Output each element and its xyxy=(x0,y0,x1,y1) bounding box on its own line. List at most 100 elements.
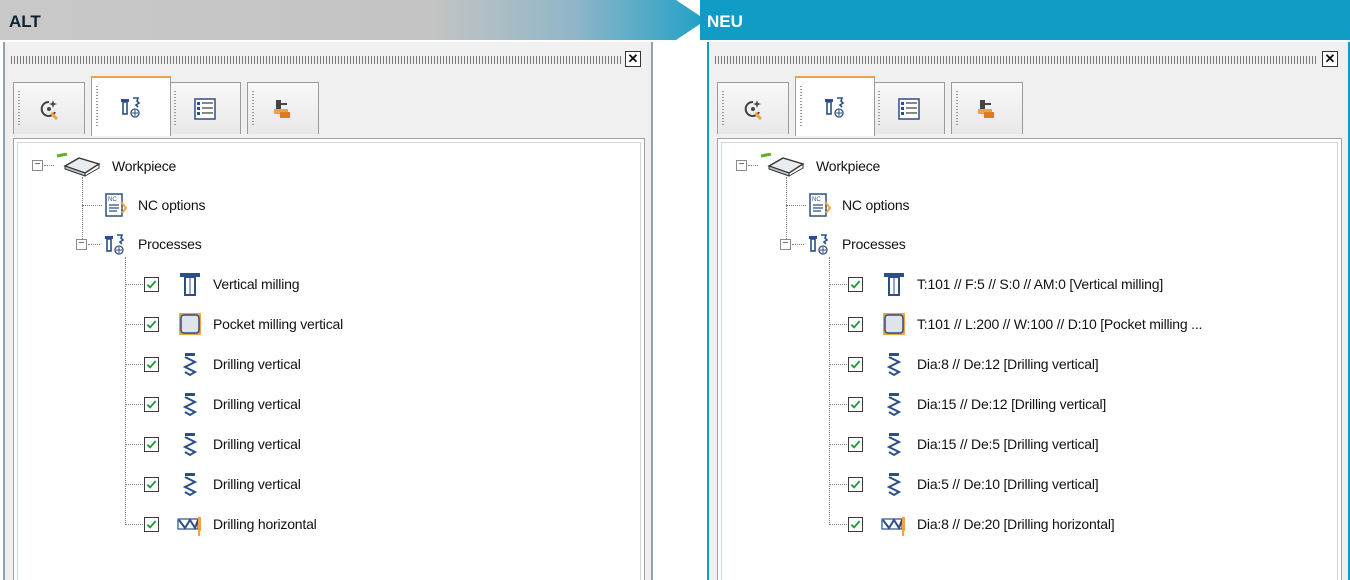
tree-connector xyxy=(829,364,847,365)
process-item[interactable]: Pocket milling vertical xyxy=(144,309,343,339)
tab-processes[interactable] xyxy=(91,76,171,136)
process-item[interactable]: T:101 // L:200 // W:100 // D:10 [Pocket … xyxy=(848,309,1202,339)
process-checkbox[interactable] xyxy=(848,396,863,412)
process-item[interactable]: Drilling vertical xyxy=(144,429,301,459)
collapse-toggle[interactable]: − xyxy=(32,160,43,171)
panel-grip[interactable] xyxy=(715,56,1318,64)
vertical-milling-icon xyxy=(177,271,203,297)
drill-vertical-icon xyxy=(177,431,203,457)
process-item[interactable]: Dia:8 // De:20 [Drilling horizontal] xyxy=(848,509,1115,539)
tree-node-workpiece[interactable]: Workpiece xyxy=(756,151,880,181)
checkmark-icon xyxy=(850,319,861,330)
contour-icon xyxy=(36,96,62,122)
tab-list[interactable] xyxy=(873,82,945,134)
tree-node-nc-options[interactable]: NC NC options xyxy=(806,190,909,220)
tree-connector xyxy=(829,484,847,485)
neu-banner: NEU xyxy=(700,0,1350,40)
process-item[interactable]: Dia:8 // De:12 [Drilling vertical] xyxy=(848,349,1099,379)
process-label: Vertical milling xyxy=(213,276,300,292)
process-item[interactable]: Drilling vertical xyxy=(144,389,301,419)
nc-options-icon: NC xyxy=(102,192,128,218)
process-item[interactable]: Drilling vertical xyxy=(144,469,301,499)
process-checkbox[interactable] xyxy=(144,276,159,292)
tree-connector xyxy=(786,205,806,206)
tree-connector xyxy=(829,284,847,285)
tree-view[interactable]: − Workpiece NC NC options − Processes T:101 //… xyxy=(717,138,1342,580)
process-item[interactable]: Vertical milling xyxy=(144,269,299,299)
tab-machine[interactable] xyxy=(951,82,1023,134)
tab-grip xyxy=(800,86,802,128)
tree-connector xyxy=(829,404,847,405)
drill-vertical-icon xyxy=(881,471,907,497)
process-label: T:101 // F:5 // S:0 // AM:0 [Vertical mi… xyxy=(917,276,1164,292)
collapse-toggle[interactable]: − xyxy=(76,239,87,250)
checkmark-icon xyxy=(146,399,157,410)
tab-list[interactable] xyxy=(169,82,241,134)
tab-contour[interactable] xyxy=(13,82,85,134)
tab-machine[interactable] xyxy=(247,82,319,134)
checkmark-icon xyxy=(850,439,861,450)
tab-contour[interactable] xyxy=(717,82,789,134)
process-checkbox[interactable] xyxy=(848,316,863,332)
process-checkbox[interactable] xyxy=(144,516,159,532)
tree-view[interactable]: − Workpiece NC NC options − Processes Vertical… xyxy=(13,138,645,580)
checkmark-icon xyxy=(146,279,157,290)
process-checkbox[interactable] xyxy=(848,516,863,532)
process-item[interactable]: Dia:15 // De:5 [Drilling vertical] xyxy=(848,429,1099,459)
tab-grip xyxy=(956,91,958,126)
process-label: Dia:8 // De:20 [Drilling horizontal] xyxy=(917,516,1115,532)
list-icon xyxy=(192,96,218,122)
process-item[interactable]: Dia:5 // De:10 [Drilling vertical] xyxy=(848,469,1099,499)
process-item[interactable]: Dia:15 // De:12 [Drilling vertical] xyxy=(848,389,1106,419)
checkmark-icon xyxy=(146,319,157,330)
process-checkbox[interactable] xyxy=(144,436,159,452)
process-checkbox[interactable] xyxy=(848,436,863,452)
panel-grip[interactable] xyxy=(11,56,621,64)
process-label: T:101 // L:200 // W:100 // D:10 [Pocket … xyxy=(917,316,1203,332)
tree-connector xyxy=(786,177,787,241)
tree-connector xyxy=(125,404,143,405)
tree-connector xyxy=(125,364,143,365)
tree-node-processes[interactable]: Processes xyxy=(806,229,906,259)
tree-node-processes[interactable]: Processes xyxy=(102,229,202,259)
tab-grip xyxy=(722,91,724,126)
tree-connector xyxy=(125,484,143,485)
list-icon xyxy=(896,96,922,122)
processes-icon xyxy=(822,94,848,120)
checkmark-icon xyxy=(850,279,861,290)
tree-frame: − Workpiece NC NC options − Processes T:101 //… xyxy=(721,142,1338,580)
checkmark-icon xyxy=(850,399,861,410)
tree-connector xyxy=(829,324,847,325)
tab-processes[interactable] xyxy=(795,76,875,136)
tree-node-label: Processes xyxy=(842,236,906,252)
process-checkbox[interactable] xyxy=(144,396,159,412)
machine-icon xyxy=(270,96,296,122)
drill-horizontal-icon xyxy=(177,511,203,537)
process-checkbox[interactable] xyxy=(144,356,159,372)
process-label: Drilling vertical xyxy=(213,356,301,372)
tab-grip xyxy=(18,91,20,126)
process-checkbox[interactable] xyxy=(848,476,863,492)
workpiece-icon xyxy=(756,153,806,179)
tree-node-workpiece[interactable]: Workpiece xyxy=(52,151,176,181)
processes-icon xyxy=(102,231,128,257)
process-item[interactable]: Drilling vertical xyxy=(144,349,301,379)
process-checkbox[interactable] xyxy=(848,276,863,292)
collapse-toggle[interactable]: − xyxy=(736,160,747,171)
collapse-toggle[interactable]: − xyxy=(780,239,791,250)
tree-connector xyxy=(125,324,143,325)
process-item[interactable]: T:101 // F:5 // S:0 // AM:0 [Vertical mi… xyxy=(848,269,1163,299)
process-checkbox[interactable] xyxy=(144,476,159,492)
workpiece-icon xyxy=(52,153,102,179)
close-icon[interactable]: ✕ xyxy=(1322,51,1338,67)
tab-grip xyxy=(96,86,98,128)
process-checkbox[interactable] xyxy=(848,356,863,372)
tree-connector xyxy=(829,444,847,445)
process-label: Dia:5 // De:10 [Drilling vertical] xyxy=(917,476,1099,492)
tree-node-nc-options[interactable]: NC NC options xyxy=(102,190,205,220)
close-icon[interactable]: ✕ xyxy=(625,51,641,67)
process-item[interactable]: Drilling horizontal xyxy=(144,509,317,539)
process-checkbox[interactable] xyxy=(144,316,159,332)
alt-banner-label: ALT xyxy=(9,12,41,31)
tree-node-label: Workpiece xyxy=(112,158,177,174)
